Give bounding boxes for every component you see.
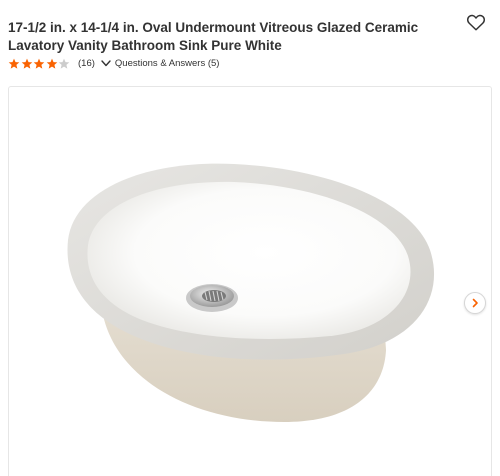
star-rating[interactable] (8, 58, 70, 69)
product-title: 17-1/2 in. x 14-1/4 in. Oval Undermount … (8, 20, 419, 53)
sink-product-image (67, 163, 435, 422)
questions-answers-label: Questions & Answers (5) (114, 57, 220, 69)
star-icon (21, 58, 33, 69)
star-icon (8, 58, 20, 69)
chevron-right-icon (472, 298, 478, 308)
gallery-next-button[interactable] (464, 292, 486, 314)
chevron-down-icon (101, 59, 111, 66)
star-icon (58, 58, 70, 69)
star-icon (46, 58, 58, 69)
questions-answers-link[interactable]: Questions & Answers (5) (101, 57, 220, 69)
favorite-button[interactable] (466, 13, 486, 31)
review-count[interactable]: (16) (78, 58, 95, 69)
heart-outline-icon (466, 14, 486, 31)
rating-row: (16) Questions & Answers (5) (8, 56, 219, 70)
star-icon (33, 58, 45, 69)
